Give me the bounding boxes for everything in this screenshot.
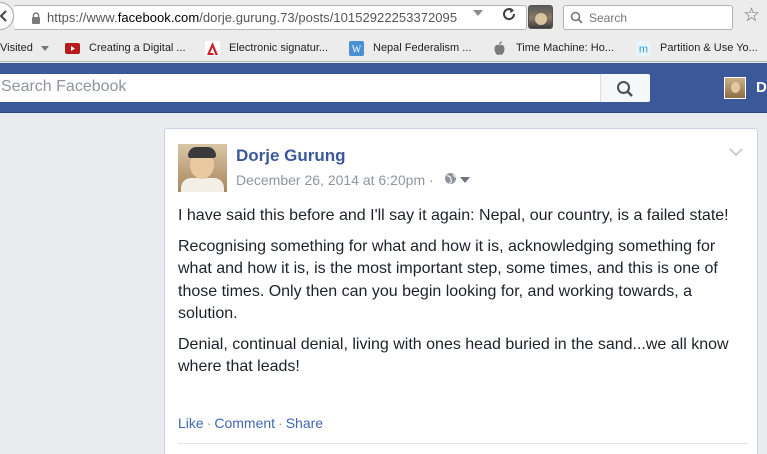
bookmark-star-icon[interactable]: ☆ — [743, 6, 760, 26]
bookmark-youtube[interactable]: Creating a Digital ... — [65, 35, 195, 62]
adobe-icon — [205, 41, 220, 56]
youtube-icon — [65, 43, 80, 54]
post-paragraph: Denial, continual denial, living with on… — [178, 335, 729, 376]
bookmark-wordpress[interactable]: W Nepal Federalism ... — [349, 35, 479, 62]
post-meta: December 26, 2014 at 6:20pm · — [236, 172, 434, 188]
svg-text:W: W — [352, 45, 362, 56]
search-icon — [570, 11, 583, 24]
search-icon — [617, 81, 633, 97]
post-paragraph: Recognising something for what and how i… — [178, 237, 718, 323]
url-text: https://www.facebook.com/dorje.gurung.73… — [47, 10, 458, 25]
facebook-search-placeholder: Search Facebook — [1, 78, 127, 95]
bookmark-partition[interactable]: m Partition & Use Yo... — [636, 35, 767, 62]
user-name-initial[interactable]: D — [756, 79, 767, 96]
globe-icon[interactable] — [444, 172, 457, 185]
reload-icon[interactable] — [501, 6, 517, 22]
browser-search-box[interactable]: Search — [563, 5, 733, 30]
like-link[interactable]: Like — [178, 415, 204, 431]
bookmarks-bar: Visited Creating a Digital ... Electroni… — [0, 35, 767, 62]
svg-text:m: m — [639, 44, 648, 56]
author-avatar[interactable] — [178, 144, 227, 192]
post-card: Dorje Gurung December 26, 2014 at 6:20pm… — [164, 128, 758, 454]
audience-dropdown-icon[interactable] — [460, 177, 470, 183]
post-actions: Like · Comment · Share — [178, 415, 324, 431]
bookmark-adobe[interactable]: Electronic signatur... — [205, 35, 340, 62]
browser-toolbar: https://www.facebook.com/dorje.gurung.73… — [0, 0, 767, 35]
facebook-search-input[interactable]: Search Facebook — [0, 74, 600, 102]
chevron-down-icon — [41, 46, 49, 51]
comment-link[interactable]: Comment — [214, 415, 275, 431]
post-paragraph: I have said this before and I'll say it … — [178, 207, 729, 224]
url-bar[interactable]: https://www.facebook.com/dorje.gurung.73… — [14, 5, 527, 30]
share-link[interactable]: Share — [286, 415, 323, 431]
m-icon: m — [636, 41, 651, 56]
url-history-dropdown-icon[interactable] — [473, 10, 483, 16]
facebook-search-button[interactable] — [600, 74, 650, 102]
post-body: I have said this before and I'll say it … — [178, 205, 748, 387]
bookmark-most-visited[interactable]: Visited — [0, 35, 55, 62]
browser-search-placeholder: Search — [589, 11, 628, 25]
user-avatar[interactable] — [724, 77, 746, 99]
back-button[interactable] — [0, 2, 14, 30]
post-author[interactable]: Dorje Gurung — [236, 146, 346, 166]
divider — [178, 443, 748, 444]
apple-icon — [494, 41, 505, 55]
facebook-header: Search Facebook D — [0, 63, 767, 113]
bookmark-apple[interactable]: Time Machine: Ho... — [492, 35, 622, 62]
post-timestamp[interactable]: December 26, 2014 at 6:20pm — [236, 172, 425, 188]
back-arrow-icon — [0, 10, 7, 22]
wordpress-icon: W — [349, 41, 364, 56]
lock-icon — [32, 12, 40, 24]
chevron-down-icon[interactable] — [729, 148, 743, 157]
profile-thumbnail-icon[interactable] — [528, 5, 553, 29]
